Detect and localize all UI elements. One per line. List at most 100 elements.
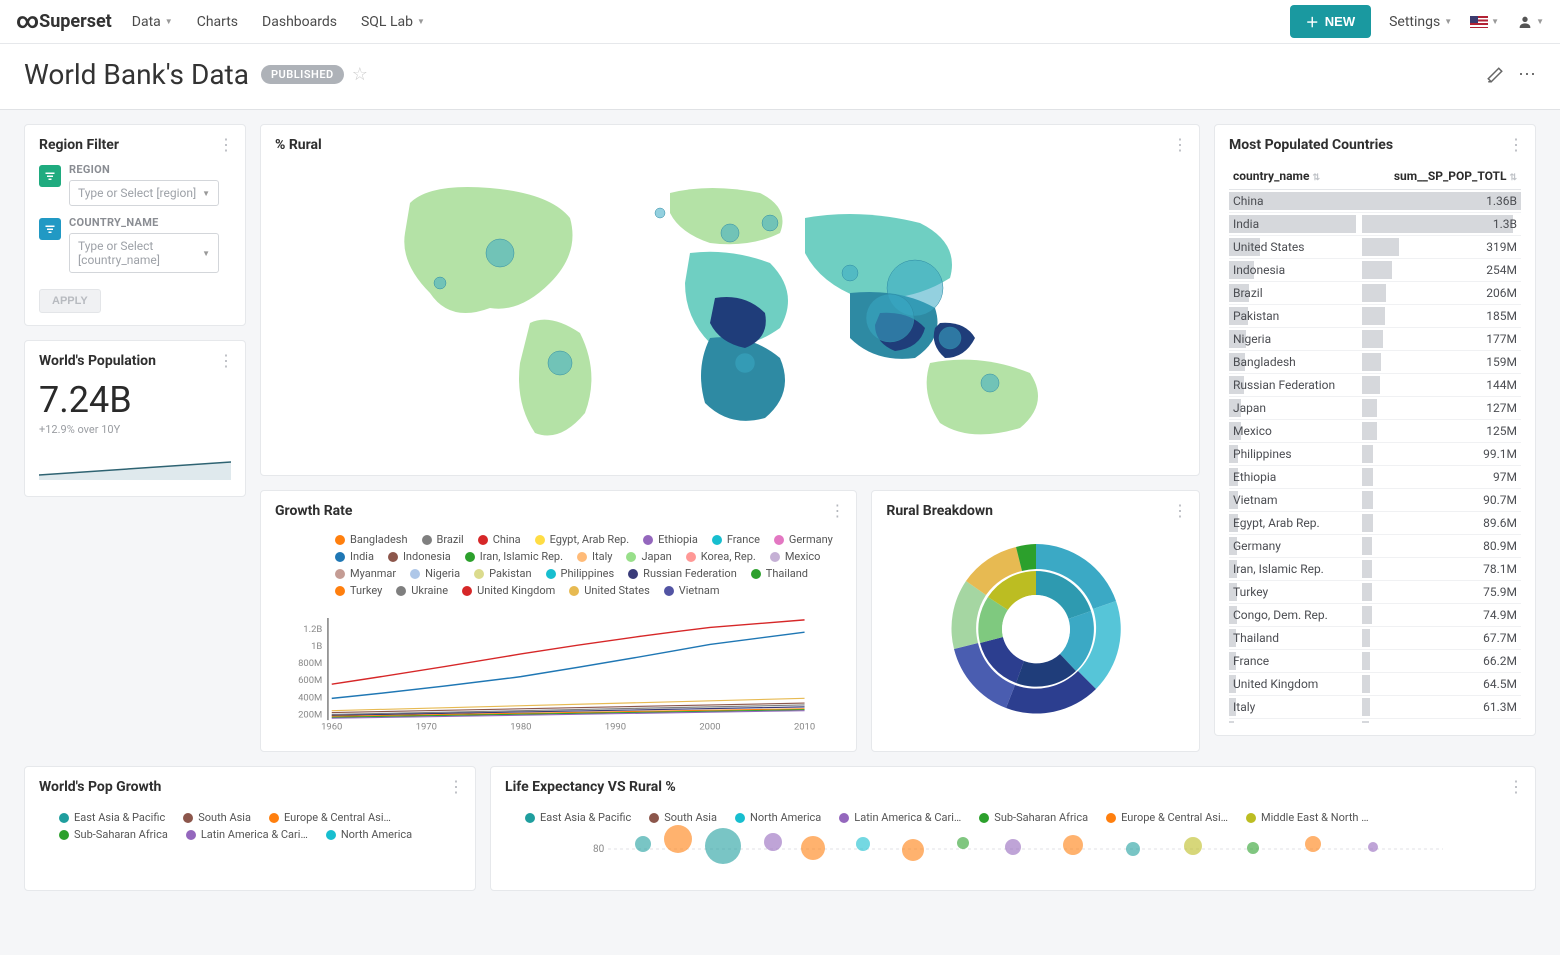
table-row[interactable]: United States319M	[1229, 236, 1521, 259]
country-label: COUNTRY_NAME	[69, 216, 231, 229]
rural-sunburst	[936, 529, 1136, 729]
legend-item[interactable]: China	[478, 533, 521, 546]
apply-button[interactable]: APPLY	[39, 289, 101, 313]
favorite-star-icon[interactable]: ☆	[352, 64, 368, 85]
legend-item[interactable]: Europe & Central Asi…	[269, 811, 391, 824]
table-row[interactable]: Turkey75.9M	[1229, 581, 1521, 604]
brand-logo[interactable]: ∞ Superset	[16, 9, 112, 34]
legend-item[interactable]: Brazil	[422, 533, 464, 546]
locale-flag[interactable]: ▼	[1470, 16, 1499, 28]
table-row[interactable]: Nigeria177M	[1229, 328, 1521, 351]
svg-text:400M: 400M	[298, 692, 322, 703]
legend-item[interactable]: Myanmar	[335, 567, 396, 580]
legend-item[interactable]: Mexico	[770, 550, 821, 563]
country-select[interactable]: Type or Select [country_name] ▼	[69, 233, 219, 273]
table-row[interactable]: Thailand67.7M	[1229, 627, 1521, 650]
legend-item[interactable]: Vietnam	[664, 584, 720, 597]
table-row[interactable]: India1.3B	[1229, 213, 1521, 236]
table-row[interactable]: Philippines99.1M	[1229, 443, 1521, 466]
legend-item[interactable]: Iran, Islamic Rep.	[465, 550, 563, 563]
pop-growth-title: World's Pop Growth	[39, 779, 461, 795]
legend-item[interactable]: Sub-Saharan Africa	[979, 811, 1088, 824]
table-row[interactable]: China1.36B	[1229, 190, 1521, 213]
legend-item[interactable]: Philippines	[546, 567, 615, 580]
legend-item[interactable]: Japan	[626, 550, 671, 563]
table-row[interactable]: France66.2M	[1229, 650, 1521, 673]
dashboard-title: World Bank's Data	[24, 58, 249, 91]
infinity-icon: ∞	[16, 9, 35, 34]
card-menu-icon[interactable]: ⋮	[218, 135, 235, 154]
new-button[interactable]: ＋NEW	[1290, 5, 1371, 38]
table-row[interactable]: Ethiopia97M	[1229, 466, 1521, 489]
region-select[interactable]: Type or Select [region] ▼	[69, 180, 219, 206]
table-row[interactable]: Pakistan185M	[1229, 305, 1521, 328]
col-pop[interactable]: sum__SP_POP_TOTL⇅	[1362, 163, 1521, 190]
settings-menu[interactable]: Settings▼	[1389, 14, 1452, 30]
legend-item[interactable]: Middle East & North …	[1246, 811, 1369, 824]
legend-item[interactable]: Sub-Saharan Africa	[59, 828, 168, 841]
svg-text:800M: 800M	[298, 658, 322, 669]
table-row[interactable]: Iran, Islamic Rep.78.1M	[1229, 558, 1521, 581]
table-row[interactable]: Egypt, Arab Rep.89.6M	[1229, 512, 1521, 535]
nav-sqllab[interactable]: SQL Lab▼	[361, 14, 425, 30]
table-row[interactable]: United Kingdom64.5M	[1229, 673, 1521, 696]
growth-rate-card: ⋮ Growth Rate BangladeshBrazilChinaEgypt…	[260, 490, 857, 752]
table-row[interactable]: Vietnam90.7M	[1229, 489, 1521, 512]
legend-item[interactable]: Indonesia	[388, 550, 451, 563]
nav-dashboards[interactable]: Dashboards	[262, 14, 337, 30]
card-menu-icon[interactable]: ⋮	[218, 351, 235, 370]
legend-item[interactable]: Russian Federation	[628, 567, 737, 580]
legend-item[interactable]: Germany	[774, 533, 833, 546]
card-menu-icon[interactable]: ⋮	[829, 501, 846, 520]
table-row[interactable]: Italy61.3M	[1229, 696, 1521, 719]
legend-item[interactable]: Thailand	[751, 567, 808, 580]
legend-item[interactable]: France	[712, 533, 760, 546]
legend-item[interactable]: East Asia & Pacific	[525, 811, 631, 824]
card-menu-icon[interactable]: ⋮	[448, 777, 465, 796]
region-filter-card: ⋮ Region Filter REGION Type or Select [r…	[24, 124, 246, 326]
legend-item[interactable]: Turkey	[335, 584, 382, 597]
legend-item[interactable]: Ukraine	[396, 584, 448, 597]
legend-item[interactable]: Bangladesh	[335, 533, 408, 546]
table-row[interactable]: Mexico125M	[1229, 420, 1521, 443]
legend-item[interactable]: East Asia & Pacific	[59, 811, 165, 824]
more-menu-icon[interactable]: ⋯	[1518, 64, 1536, 85]
table-row[interactable]: Japan127M	[1229, 397, 1521, 420]
nav-charts[interactable]: Charts	[197, 14, 238, 30]
table-row[interactable]: Russian Federation144M	[1229, 374, 1521, 397]
legend-item[interactable]: North America	[735, 811, 821, 824]
card-menu-icon[interactable]: ⋮	[1172, 501, 1189, 520]
pop-growth-card: ⋮ World's Pop Growth East Asia & Pacific…	[24, 766, 476, 891]
legend-item[interactable]: Latin America & Cari…	[839, 811, 961, 824]
legend-item[interactable]: Latin America & Cari…	[186, 828, 308, 841]
legend-item[interactable]: Pakistan	[474, 567, 531, 580]
edit-icon[interactable]	[1486, 66, 1504, 84]
nav-data[interactable]: Data▼	[132, 14, 173, 30]
table-row[interactable]: Brazil206M	[1229, 282, 1521, 305]
legend-item[interactable]: Korea, Rep.	[686, 550, 756, 563]
legend-item[interactable]: United States	[569, 584, 649, 597]
legend-item[interactable]: United Kingdom	[462, 584, 555, 597]
legend-item[interactable]: South Asia	[649, 811, 717, 824]
table-row[interactable]: Bangladesh159M	[1229, 351, 1521, 374]
legend-item[interactable]: Europe & Central Asi…	[1106, 811, 1228, 824]
table-row[interactable]: Congo, Dem. Rep.74.9M	[1229, 604, 1521, 627]
legend-item[interactable]: North America	[326, 828, 412, 841]
card-menu-icon[interactable]: ⋮	[1172, 135, 1189, 154]
table-row[interactable]: Indonesia254M	[1229, 259, 1521, 282]
user-menu[interactable]: ▼	[1517, 14, 1544, 30]
chevron-down-icon: ▼	[417, 17, 425, 26]
legend-item[interactable]: India	[335, 550, 374, 563]
table-row[interactable]: Germany80.9M	[1229, 535, 1521, 558]
legend-item[interactable]: Ethiopia	[643, 533, 698, 546]
card-menu-icon[interactable]: ⋮	[1508, 777, 1525, 796]
card-menu-icon[interactable]: ⋮	[1508, 135, 1525, 154]
legend-item[interactable]: Nigeria	[410, 567, 460, 580]
brand-text: Superset	[39, 11, 112, 32]
legend-item[interactable]: South Asia	[183, 811, 251, 824]
legend-item[interactable]: Egypt, Arab Rep.	[535, 533, 629, 546]
table-row[interactable]: South Africa54M	[1229, 719, 1521, 724]
region-filter-title: Region Filter	[39, 137, 231, 153]
col-country[interactable]: country_name⇅	[1229, 163, 1362, 190]
legend-item[interactable]: Italy	[577, 550, 612, 563]
